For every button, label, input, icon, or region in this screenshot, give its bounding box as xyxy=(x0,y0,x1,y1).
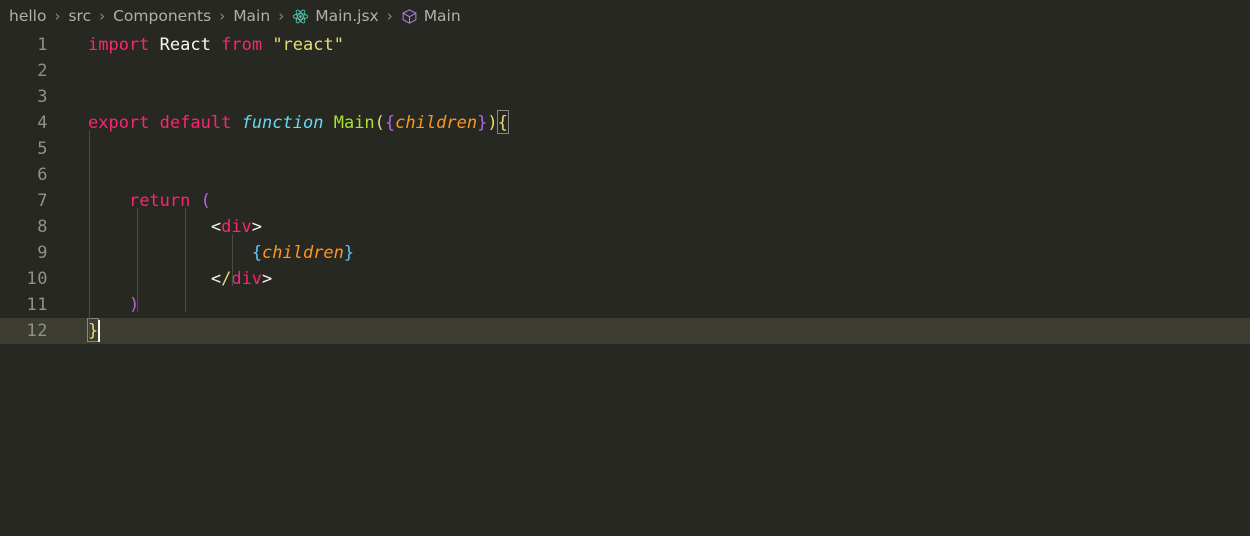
code-line[interactable]: 1 import React from "react" xyxy=(0,32,1250,58)
breadcrumb-separator: › xyxy=(278,6,285,25)
code-line[interactable]: 8 <div> xyxy=(0,214,1250,240)
code-token: React xyxy=(159,35,211,55)
line-number: 11 xyxy=(26,295,48,315)
line-number: 8 xyxy=(37,217,48,237)
code-token: { xyxy=(384,113,396,133)
code-line-text: } xyxy=(87,318,101,344)
code-token: } xyxy=(343,243,355,263)
code-token: div xyxy=(221,217,252,237)
code-token: > xyxy=(262,269,273,289)
code-token: function xyxy=(241,113,324,133)
code-line[interactable]: 10 </div> xyxy=(0,266,1250,292)
code-token: < xyxy=(210,269,222,289)
line-number: 3 xyxy=(37,87,48,107)
breadcrumb-item-label: Main xyxy=(423,7,461,25)
code-line-text: {children} xyxy=(88,240,354,266)
code-line[interactable]: 4 export default function Main({children}… xyxy=(0,110,1250,136)
code-token: { xyxy=(251,243,263,263)
code-line[interactable]: 5 xyxy=(0,136,1250,162)
breadcrumb-item-label: hello xyxy=(9,7,47,25)
breadcrumb-separator: › xyxy=(54,6,61,25)
code-token: children xyxy=(262,243,344,263)
breadcrumb-item-src[interactable]: src xyxy=(67,7,92,25)
code-line[interactable]: 6 xyxy=(0,162,1250,188)
code-token: default xyxy=(159,113,232,133)
breadcrumb-item-main[interactable]: Main xyxy=(400,7,462,25)
code-token: return xyxy=(128,191,191,211)
line-number: 10 xyxy=(26,269,48,289)
breadcrumb-item-label: Main.jsx xyxy=(315,7,379,25)
breadcrumb-item-hello[interactable]: hello xyxy=(8,7,47,25)
code-token: / xyxy=(221,269,232,289)
bracket-match-highlight: { xyxy=(496,110,509,134)
code-token: } xyxy=(477,113,488,133)
breadcrumb-item-main-jsx[interactable]: Main.jsx xyxy=(291,7,379,25)
breadcrumb-item-components[interactable]: Components xyxy=(112,7,212,25)
breadcrumb-item-main[interactable]: Main xyxy=(232,7,271,25)
line-number: 6 xyxy=(37,165,48,185)
breadcrumb-separator: › xyxy=(386,6,393,25)
code-editor[interactable]: 1 import React from "react" 2 3 4 export defa… xyxy=(0,32,1250,536)
text-cursor xyxy=(98,320,101,342)
code-line-text: import React from "react" xyxy=(88,32,344,58)
code-token: ) xyxy=(128,295,140,315)
code-line[interactable]: 11 ) xyxy=(0,292,1250,318)
code-line[interactable]: 7 return ( xyxy=(0,188,1250,214)
line-number: 1 xyxy=(37,35,48,55)
breadcrumb: hello › src › Components › Main › Main.jsx › Main xyxy=(0,0,1250,32)
code-token: from xyxy=(221,35,263,55)
code-token: children xyxy=(395,113,478,133)
code-token: < xyxy=(210,217,222,237)
code-line[interactable]: 9 {children} xyxy=(0,240,1250,266)
code-line-text: </div> xyxy=(88,266,272,292)
line-number: 12 xyxy=(26,321,48,341)
breadcrumb-separator: › xyxy=(99,6,106,25)
code-line[interactable]: 2 xyxy=(0,58,1250,84)
line-number: 7 xyxy=(37,191,48,211)
code-token: > xyxy=(251,217,263,237)
breadcrumb-item-label: Components xyxy=(113,7,212,25)
breadcrumb-separator: › xyxy=(219,6,226,25)
react-file-icon xyxy=(292,8,309,25)
code-line[interactable]: 12} xyxy=(0,318,1250,344)
breadcrumb-item-label: Main xyxy=(233,7,271,25)
line-number: 2 xyxy=(37,61,48,81)
code-token: ( xyxy=(374,113,385,133)
code-token: div xyxy=(231,269,263,289)
code-token: Main xyxy=(333,113,375,133)
line-number: 5 xyxy=(37,139,48,159)
symbol-cube-icon xyxy=(401,8,418,25)
code-token: import xyxy=(88,35,150,55)
code-token: ( xyxy=(200,191,211,211)
code-line-text: ) xyxy=(88,292,139,318)
code-line-text: return ( xyxy=(88,188,211,214)
code-token: export xyxy=(88,113,150,133)
code-line[interactable]: 3 xyxy=(0,84,1250,110)
line-number: 9 xyxy=(37,243,48,263)
code-token: "react" xyxy=(272,35,344,55)
breadcrumb-item-label: src xyxy=(68,7,92,25)
line-number: 4 xyxy=(37,113,48,133)
code-line-text: <div> xyxy=(88,214,262,240)
code-line-text: export default function Main({children})… xyxy=(88,110,509,136)
